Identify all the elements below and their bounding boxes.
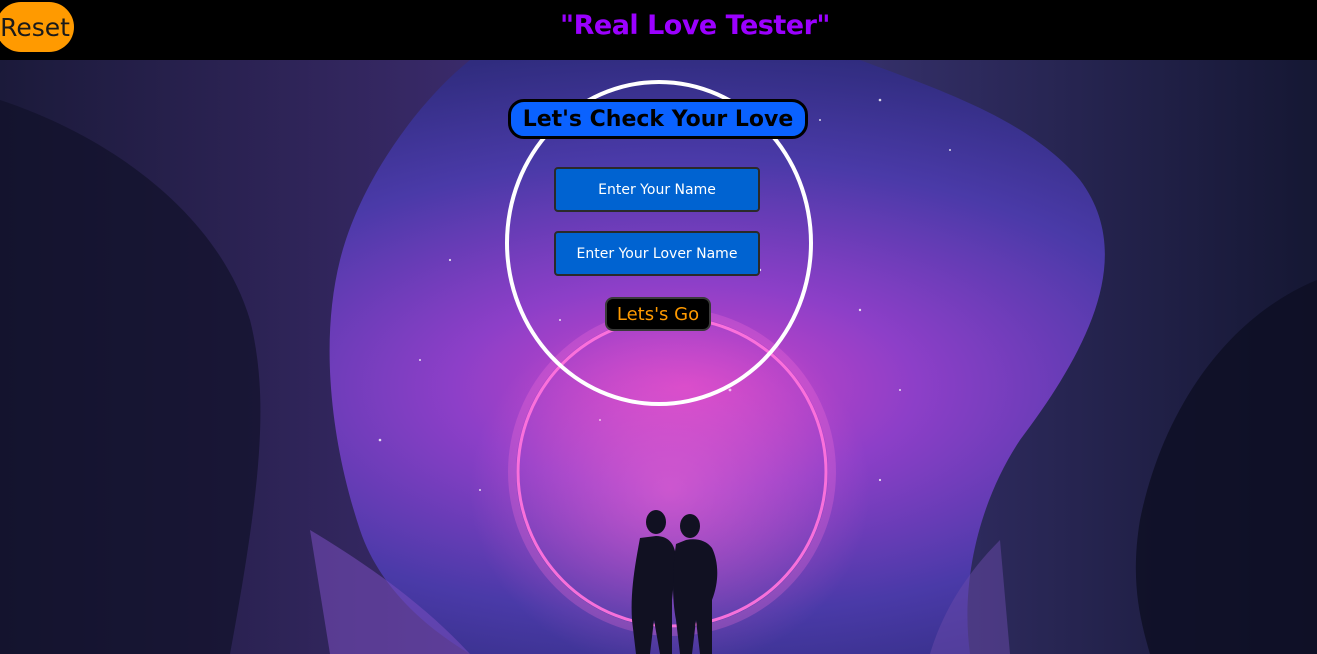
- background-illustration: [0, 60, 1317, 654]
- lets-go-button[interactable]: Lets's Go: [605, 297, 711, 331]
- lover-name-input[interactable]: [554, 231, 760, 276]
- form-heading: Let's Check Your Love: [508, 99, 808, 139]
- top-bar: Reset "Real Love Tester": [0, 0, 1317, 60]
- your-name-input[interactable]: [554, 167, 760, 212]
- background-scene: [0, 60, 1317, 654]
- page-title: "Real Love Tester": [560, 10, 830, 41]
